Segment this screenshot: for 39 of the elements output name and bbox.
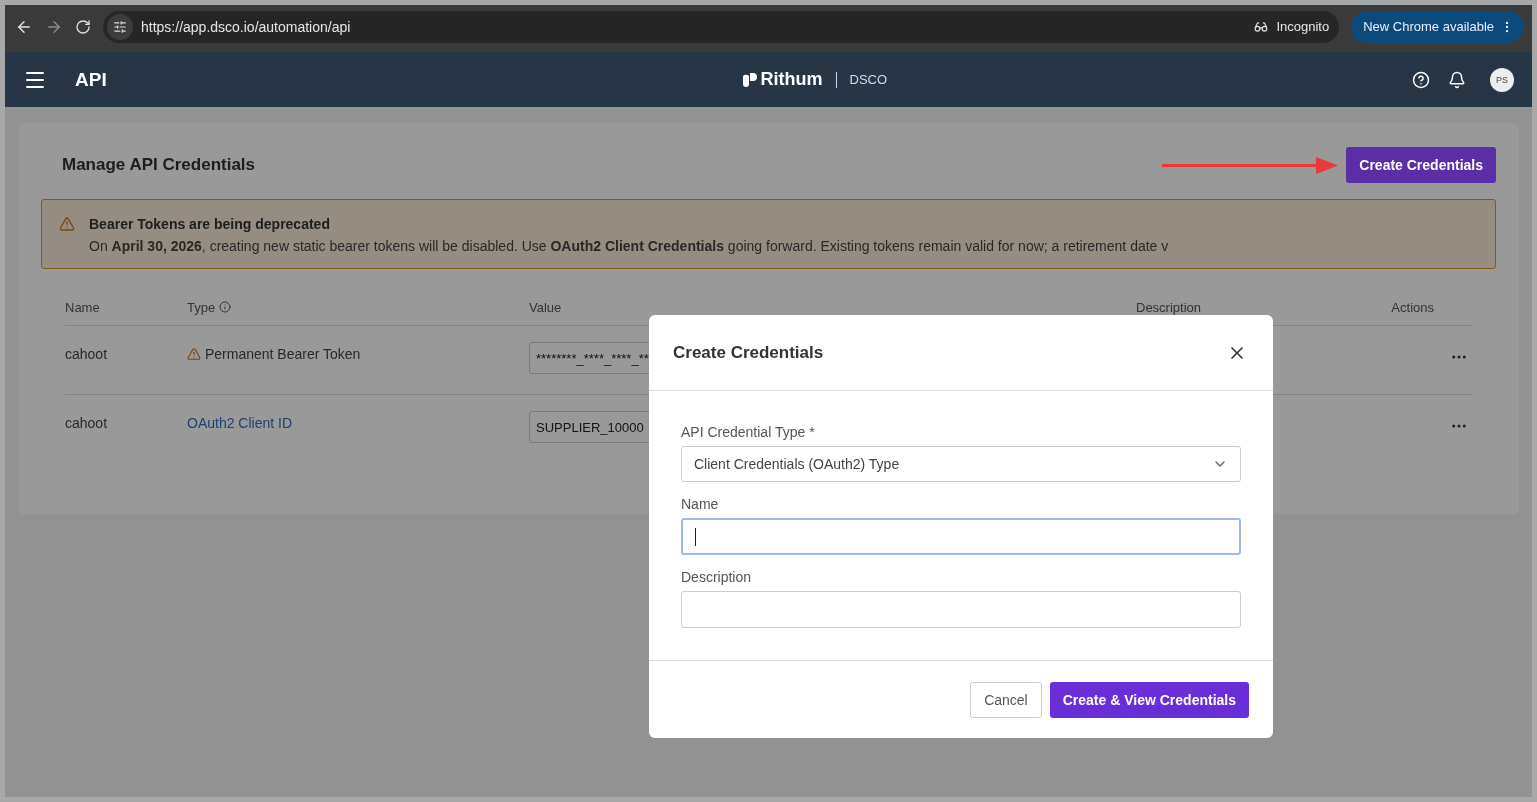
table-cell-text: cahoot [65, 345, 108, 362]
page-title: API [75, 68, 107, 91]
info-icon [219, 301, 232, 313]
table-cell-text: cahoot [65, 414, 108, 431]
incognito-label: Incognito [1276, 19, 1330, 34]
field-label: Name [681, 496, 720, 512]
table-cell: Permanent Bearer Token [187, 326, 361, 362]
column-header: Name [65, 299, 100, 315]
warning-icon [187, 347, 201, 361]
address-bar[interactable]: https://app.dsco.io/automation/api Incognito [103, 10, 1340, 43]
input-field[interactable] [681, 591, 1241, 628]
field-label: Description [681, 569, 753, 585]
column-header: Description [1136, 299, 1202, 315]
card-title: Manage API Credentials [62, 155, 256, 175]
dialog-title: Create Credentials [673, 342, 824, 363]
user-avatar[interactable]: PS [1490, 67, 1514, 92]
alert-title: Bearer Tokens are being deprecated [89, 216, 331, 232]
input-field[interactable] [681, 518, 1241, 555]
alert-text: On April 30, 2026, creating new static bearer tokens will be disabled. Use OAuth2 Client Credentials going forward. Existing tokens remain valid for now; a retirement date v [89, 238, 1170, 254]
column-header: Type [187, 299, 232, 315]
reload-icon[interactable] [75, 18, 91, 35]
warning-icon [59, 216, 75, 232]
column-header: Value [529, 299, 562, 315]
bell-icon[interactable] [1448, 70, 1466, 89]
update-button[interactable]: New Chrome available [1351, 10, 1524, 43]
submit-button[interactable]: Create & View Credentials [1049, 681, 1249, 718]
cancel-button[interactable]: Cancel [970, 681, 1042, 718]
logo-icon [741, 72, 757, 87]
site-settings-icon[interactable] [107, 13, 133, 40]
glasses-icon [1254, 19, 1269, 34]
create-credentials-button[interactable]: Create Credentials [1346, 147, 1496, 183]
type-select[interactable]: Client Credentials (OAuth2) Type [681, 446, 1241, 482]
help-icon[interactable] [1412, 70, 1430, 89]
column-header: Actions [1391, 299, 1434, 315]
field-label: API Credential Type * [681, 424, 816, 440]
url-text: https://app.dsco.io/automation/api [141, 18, 352, 35]
brand-name: Rithum [760, 69, 823, 90]
product-name: DSCO [849, 72, 888, 87]
type-link[interactable]: OAuth2 Client ID [187, 395, 293, 431]
